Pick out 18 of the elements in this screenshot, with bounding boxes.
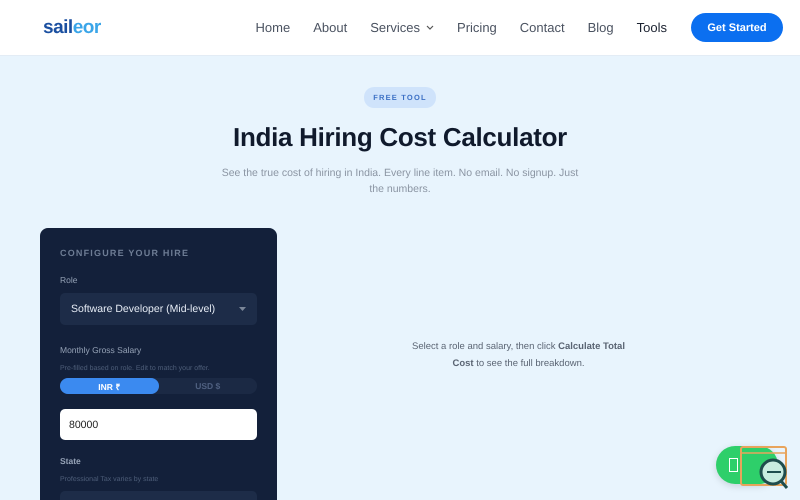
field-label: Monthly Gross Salary bbox=[60, 345, 142, 355]
logo[interactable]: saileor bbox=[43, 16, 101, 38]
field-label: Role bbox=[60, 275, 78, 285]
salary-input[interactable]: 80000 bbox=[60, 409, 257, 440]
page-title: India Hiring Cost Calculator bbox=[233, 122, 567, 153]
result-placeholder-text: Select a role and salary, then click Calculate Total Cost to see the full breakdown. bbox=[411, 340, 626, 371]
nav-link[interactable]: Services bbox=[370, 20, 434, 35]
role-select[interactable]: Software Developer (Mid-level) bbox=[60, 293, 257, 325]
nav-link[interactable]: Contact bbox=[520, 20, 565, 35]
panel-heading: CONFIGURE YOUR HIRE bbox=[60, 248, 190, 258]
get-started-button[interactable]: Get Started bbox=[691, 13, 783, 42]
nav-link[interactable]: Blog bbox=[588, 20, 614, 35]
nav-link[interactable]: About bbox=[313, 20, 348, 35]
nav-link[interactable]: Pricing bbox=[457, 20, 497, 35]
nav-link[interactable]: Home bbox=[256, 20, 290, 35]
field-label: State bbox=[60, 456, 82, 466]
nav-link[interactable]: Tools bbox=[636, 20, 667, 35]
page-subtitle: See the true cost of hiring in India. Every line item. No email. No signup. Just the numbers. bbox=[220, 166, 580, 197]
